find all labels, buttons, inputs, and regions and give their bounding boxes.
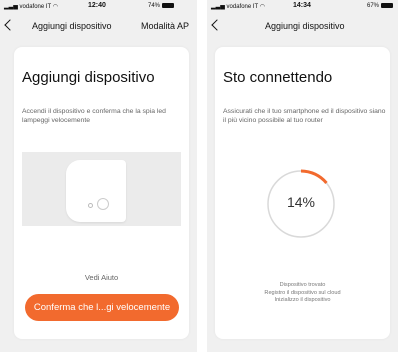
nav-bar: Aggiungi dispositivo Modalità AP: [0, 17, 197, 37]
status-battery: 67%: [367, 3, 394, 9]
battery-icon: [162, 3, 175, 8]
step-item: Registro il dispositivo sul cloud: [264, 289, 341, 296]
device-button-icon: [97, 198, 109, 210]
status-bar: ▂▃▅ vodafone IT ◠ 12:40 74%: [0, 0, 197, 13]
nav-title: Aggiungi dispositivo: [32, 21, 112, 31]
phone-screen-add-device: ▂▃▅ vodafone IT ◠ 12:40 74% Aggiungi dis…: [0, 0, 197, 352]
nav-bar: Aggiungi dispositivo: [207, 17, 398, 37]
instruction-text: Accendi il dispositivo e conferma che la…: [22, 108, 166, 124]
ap-mode-button[interactable]: Modalità AP: [141, 21, 189, 31]
status-battery: 74%: [148, 3, 175, 9]
status-bar: ▂▃▅ vodafone IT ◠ 14:34 67%: [207, 0, 398, 13]
device-illustration: [22, 152, 181, 226]
page-title: Aggiungi dispositivo: [22, 69, 155, 86]
chevron-left-icon[interactable]: [211, 19, 223, 31]
progress-percent: 14%: [286, 194, 316, 210]
page-title: Sto connettendo: [223, 69, 333, 86]
chevron-left-icon[interactable]: [4, 19, 16, 31]
device-image: [66, 160, 126, 222]
signal-icon: ▂▃▅: [4, 4, 18, 10]
led-indicator-icon: [88, 203, 93, 208]
nav-title: Aggiungi dispositivo: [265, 21, 345, 31]
content-card: Sto connettendo Assicurati che il tuo sm…: [215, 47, 390, 339]
progress-indicator: 14%: [265, 168, 337, 240]
phone-screen-connecting: ▂▃▅ vodafone IT ◠ 14:34 67% Aggiungi dis…: [207, 0, 398, 352]
status-carrier: ▂▃▅ vodafone IT ◠: [211, 4, 266, 10]
wifi-icon: ◠: [52, 4, 59, 10]
help-link[interactable]: Vedi Aiuto: [14, 273, 189, 282]
connection-steps: Dispositivo trovato Registro il disposit…: [215, 282, 390, 305]
instruction-text: Assicurati che il tuo smartphone ed il d…: [223, 108, 386, 124]
signal-icon: ▂▃▅: [211, 4, 225, 10]
status-carrier: ▂▃▅ vodafone IT ◠: [4, 4, 59, 10]
step-item: Inizializzo il dispositivo: [274, 297, 331, 303]
step-item: Dispositivo trovato: [279, 282, 326, 288]
wifi-icon: ◠: [259, 4, 266, 10]
status-time: 14:34: [293, 2, 311, 9]
status-time: 12:40: [88, 2, 106, 9]
confirm-button[interactable]: Conferma che l...gi velocemente: [25, 294, 179, 321]
content-card: Aggiungi dispositivo Accendi il disposit…: [14, 47, 189, 339]
battery-icon: [381, 3, 394, 8]
